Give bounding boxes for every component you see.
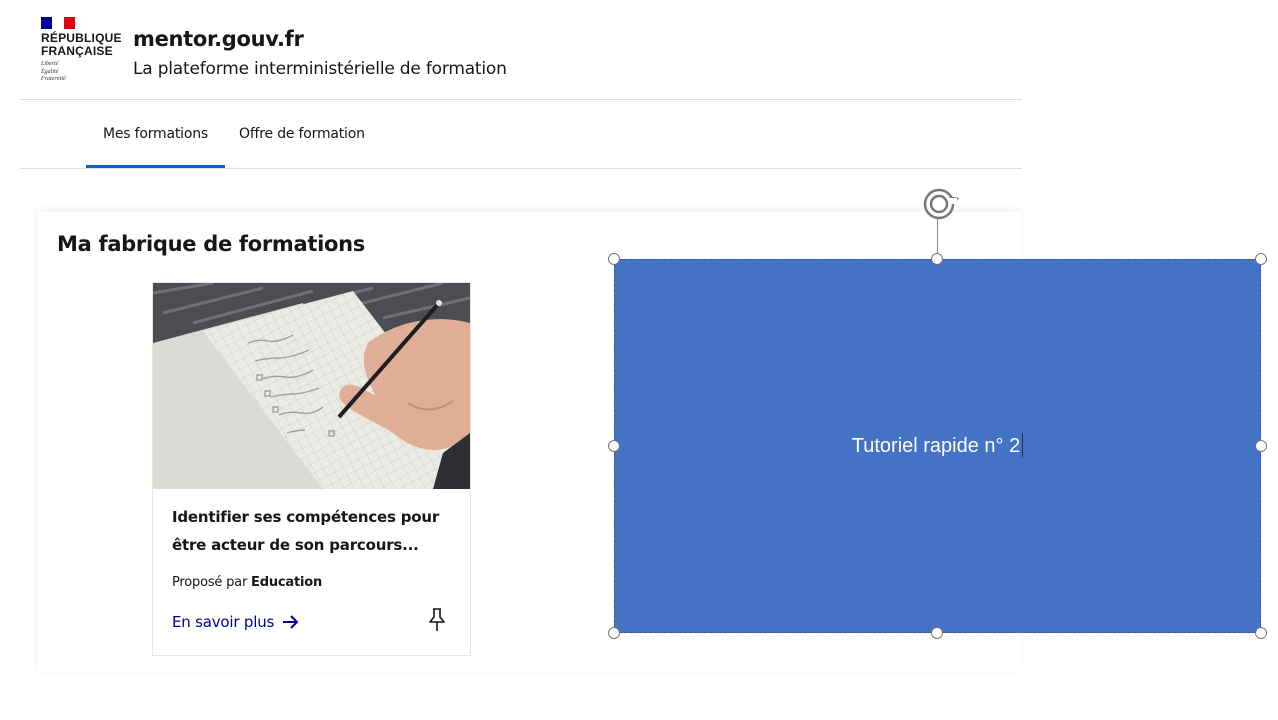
devise-liberte: Liberté [41,61,59,67]
french-flag-logo [41,17,75,29]
page-title: Ma fabrique de formations [57,232,365,256]
provider-prefix: Proposé par [172,575,248,590]
devise: Liberté Égalité Fraternité [41,61,66,84]
site-header: RÉPUBLIQUE FRANÇAISE Liberté Égalité Fra… [20,0,1022,100]
resize-handle-top-center[interactable] [931,253,943,265]
republique-francaise-logo[interactable]: RÉPUBLIQUE FRANÇAISE [41,32,122,58]
resize-handle-bottom-right[interactable] [1255,627,1267,639]
main-navigation: Mes formations Offre de formation [20,100,1022,169]
en-savoir-plus-link[interactable]: En savoir plus [172,613,300,631]
tab-mes-formations[interactable]: Mes formations [86,100,225,168]
provider-name: Education [251,575,323,590]
card-provider: Proposé par Education [172,575,322,590]
devise-egalite: Égalité [41,68,59,75]
text-cursor [1022,433,1024,457]
resize-handle-top-right[interactable] [1255,253,1267,265]
arrow-right-icon [283,615,299,629]
shape-text-content: Tutoriel rapide n° 2 [851,435,1021,457]
notebook-writing-photo [153,283,470,489]
resize-handle-middle-right[interactable] [1255,440,1267,452]
tab-offre-de-formation[interactable]: Offre de formation [238,100,365,168]
link-label: En savoir plus [172,613,275,631]
rotate-handle-icon[interactable] [919,184,965,224]
resize-handle-middle-left[interactable] [608,440,620,452]
service-title[interactable]: mentor.gouv.fr [133,27,304,51]
devise-fraternite: Fraternité [41,76,66,82]
service-tagline: La plateforme interministérielle de form… [133,59,507,79]
resize-handle-top-left[interactable] [608,253,620,265]
resize-handle-bottom-center[interactable] [931,627,943,639]
logo-line-2: FRANÇAISE [41,44,113,58]
card-title[interactable]: Identifier ses compétences pour être act… [172,503,452,559]
shape-text[interactable]: Tutoriel rapide n° 2 [615,433,1260,458]
training-card[interactable]: Identifier ses compétences pour être act… [152,282,471,656]
card-image [153,283,470,489]
pin-icon[interactable] [427,607,447,633]
slide-textbox-shape[interactable]: Tutoriel rapide n° 2 [614,259,1261,633]
resize-handle-bottom-left[interactable] [608,627,620,639]
